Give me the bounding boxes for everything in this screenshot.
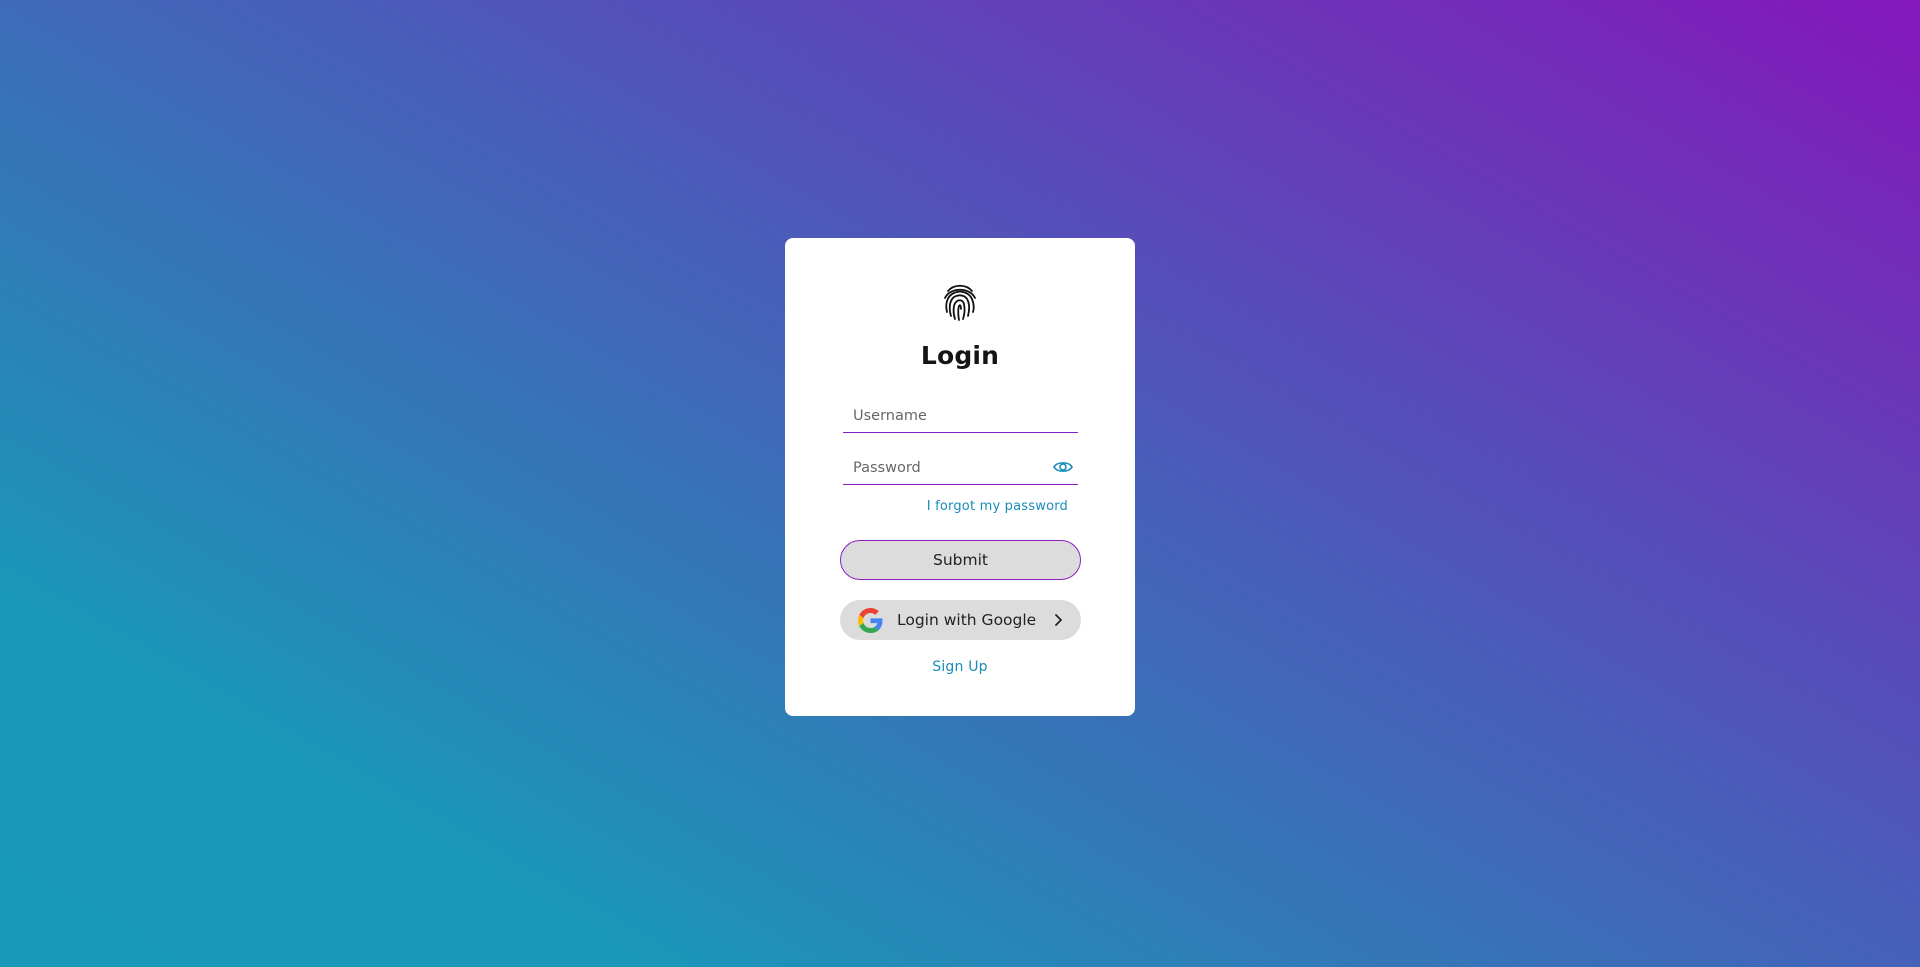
fingerprint-icon: [944, 284, 976, 321]
submit-button[interactable]: Submit: [840, 540, 1081, 580]
sign-up-link[interactable]: Sign Up: [785, 659, 1135, 675]
username-input[interactable]: [843, 399, 1078, 432]
username-field-wrapper: [843, 399, 1078, 433]
forgot-password-link[interactable]: I forgot my password: [785, 499, 1068, 514]
chevron-right-icon: [1055, 614, 1062, 626]
google-login-label: Login with Google: [897, 611, 1037, 629]
google-login-button[interactable]: Login with Google: [840, 600, 1081, 640]
eye-icon[interactable]: [1052, 458, 1074, 476]
password-input[interactable]: [843, 451, 1078, 484]
page-title: Login: [920, 341, 1000, 370]
google-icon: [858, 608, 883, 633]
password-field-wrapper: [843, 451, 1078, 485]
